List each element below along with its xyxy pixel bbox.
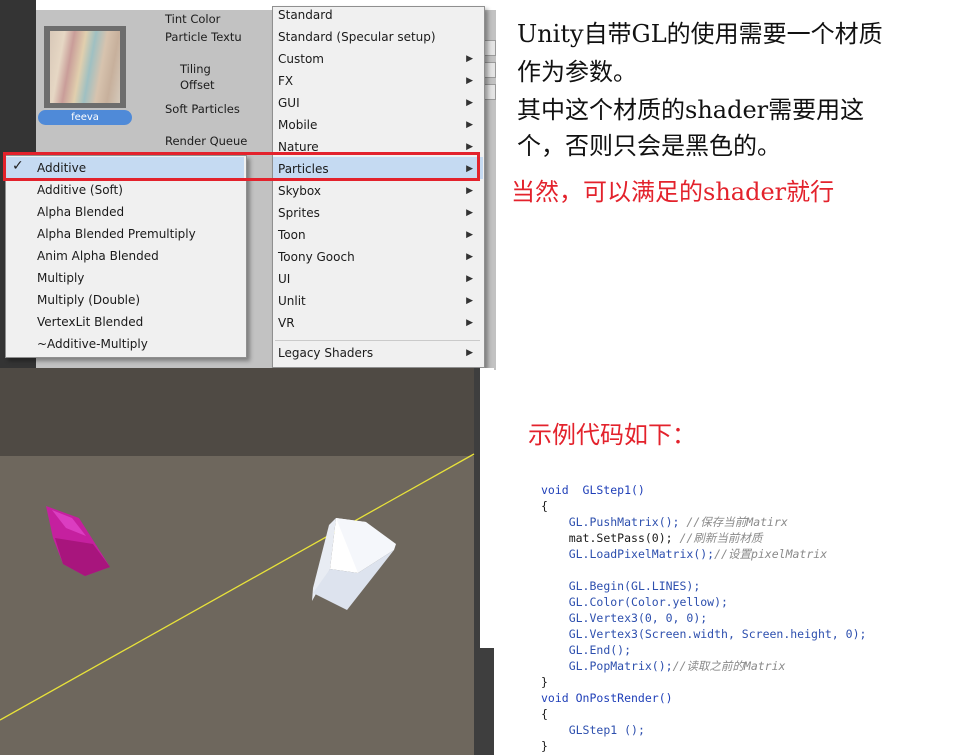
code-line: { <box>541 499 548 513</box>
particles-submenu-item[interactable]: Multiply (Double) <box>37 289 140 311</box>
shader-menu-item[interactable]: Custom <box>278 48 324 70</box>
submenu-arrow-icon: ▶ <box>466 76 473 86</box>
soft-particles-label: Soft Particles <box>165 102 240 116</box>
code-comment: //读取之前的Matrix <box>672 659 786 673</box>
code-comment: //刷新当前材质 <box>679 531 763 545</box>
code-line: GL.LoadPixelMatrix(); <box>568 547 715 561</box>
shader-menu-item[interactable]: Skybox <box>278 180 321 202</box>
shader-menu-item[interactable]: Toon <box>278 224 306 246</box>
tint-color-label: Tint Color <box>165 12 221 26</box>
code-line: } <box>541 739 548 753</box>
inspector-field[interactable] <box>484 40 496 56</box>
code-line: } <box>541 675 548 689</box>
inspector-field[interactable] <box>484 62 496 78</box>
code-line: GL.Color(Color.yellow); <box>568 595 728 609</box>
submenu-arrow-icon: ▶ <box>466 54 473 64</box>
submenu-arrow-icon: ▶ <box>466 348 473 358</box>
particles-submenu-item[interactable]: Additive (Soft) <box>37 179 123 201</box>
submenu-arrow-icon: ▶ <box>466 296 473 306</box>
shader-menu-item[interactable]: Unlit <box>278 290 306 312</box>
particles-submenu-items: Additive Additive (Soft) Alpha Blended Alph… <box>5 155 245 356</box>
code-snippet: void GLStep1() { GL.PushMatrix(); //保存当前… <box>541 482 866 754</box>
shader-menu-item[interactable]: FX <box>278 70 293 92</box>
particles-submenu-item[interactable]: ~Additive-Multiply <box>37 333 148 355</box>
code-line: void GLStep1() <box>541 483 645 497</box>
shader-menu-item[interactable]: UI <box>278 268 290 290</box>
shader-menu-item[interactable]: VR <box>278 312 295 334</box>
code-comment: //保存当前Matirx <box>686 515 788 529</box>
code-line: void OnPostRender() <box>541 691 673 705</box>
code-line: GL.Begin(GL.LINES); <box>568 579 701 593</box>
shader-menu-items: Standard Standard (Specular setup) Custom ▶… <box>272 6 483 366</box>
scene-side-gap <box>480 368 494 648</box>
submenu-arrow-icon: ▶ <box>466 98 473 108</box>
particles-submenu-item[interactable]: Multiply <box>37 267 84 289</box>
shader-menu-item[interactable]: GUI <box>278 92 300 114</box>
particles-submenu-item[interactable]: Alpha Blended Premultiply <box>37 223 196 245</box>
submenu-arrow-icon: ▶ <box>466 274 473 284</box>
tiling-label: Tiling <box>180 62 211 76</box>
submenu-arrow-icon: ▶ <box>466 208 473 218</box>
code-line: GL.Vertex3(0, 0, 0); <box>568 611 708 625</box>
submenu-arrow-icon: ▶ <box>466 318 473 328</box>
particles-submenu-item[interactable]: VertexLit Blended <box>37 311 143 333</box>
code-line: { <box>541 707 548 721</box>
code-line: GL.End(); <box>568 643 632 657</box>
particles-submenu-item[interactable]: Anim Alpha Blended <box>37 245 159 267</box>
material-preview-thumbnail[interactable] <box>50 31 120 103</box>
example-heading: 示例代码如下： <box>528 421 696 449</box>
submenu-arrow-icon: ▶ <box>466 230 473 240</box>
note-line-3: 其中这个材质的shader需要用这 <box>517 96 865 124</box>
code-line: mat.SetPass(0); <box>568 531 673 545</box>
particles-submenu-item[interactable]: Alpha Blended <box>37 201 124 223</box>
submenu-arrow-icon: ▶ <box>466 120 473 130</box>
scene-canvas <box>0 453 475 721</box>
shader-menu-item[interactable]: Standard <box>278 4 333 26</box>
code-line: GL.Vertex3(Screen.width, Screen.height, … <box>568 627 867 641</box>
shader-menu-item[interactable]: Toony Gooch <box>278 246 355 268</box>
inspector-field[interactable] <box>484 84 496 100</box>
shader-menu-item[interactable]: Sprites <box>278 202 320 224</box>
magenta-quad-shade <box>55 538 110 576</box>
note-line-2: 作为参数。 <box>517 58 637 86</box>
red-note: 当然，可以满足的shader就行 <box>511 178 835 206</box>
highlight-box <box>3 152 480 181</box>
note-line-1: Unity自带GL的使用需要一个材质 <box>517 20 883 48</box>
note-line-4: 个，否则只会是黑色的。 <box>517 132 781 160</box>
offset-label: Offset <box>180 78 215 92</box>
material-name-label: feeva <box>38 110 132 125</box>
code-line: GL.PopMatrix(); <box>568 659 673 673</box>
gl-yellow-line <box>0 453 475 721</box>
submenu-arrow-icon: ▶ <box>466 252 473 262</box>
shader-menu-item[interactable]: Legacy Shaders <box>278 342 373 364</box>
code-comment: //设置pixelMatrix <box>714 547 828 561</box>
shader-menu-item[interactable]: Standard (Specular setup) <box>278 26 436 48</box>
code-line: GLStep1 (); <box>568 723 645 737</box>
code-line: GL.PushMatrix(); <box>568 515 680 529</box>
particle-texture-label: Particle Textu <box>165 30 242 44</box>
shader-menu-item[interactable]: Mobile <box>278 114 317 136</box>
render-queue-label: Render Queue <box>165 134 248 148</box>
submenu-arrow-icon: ▶ <box>466 186 473 196</box>
